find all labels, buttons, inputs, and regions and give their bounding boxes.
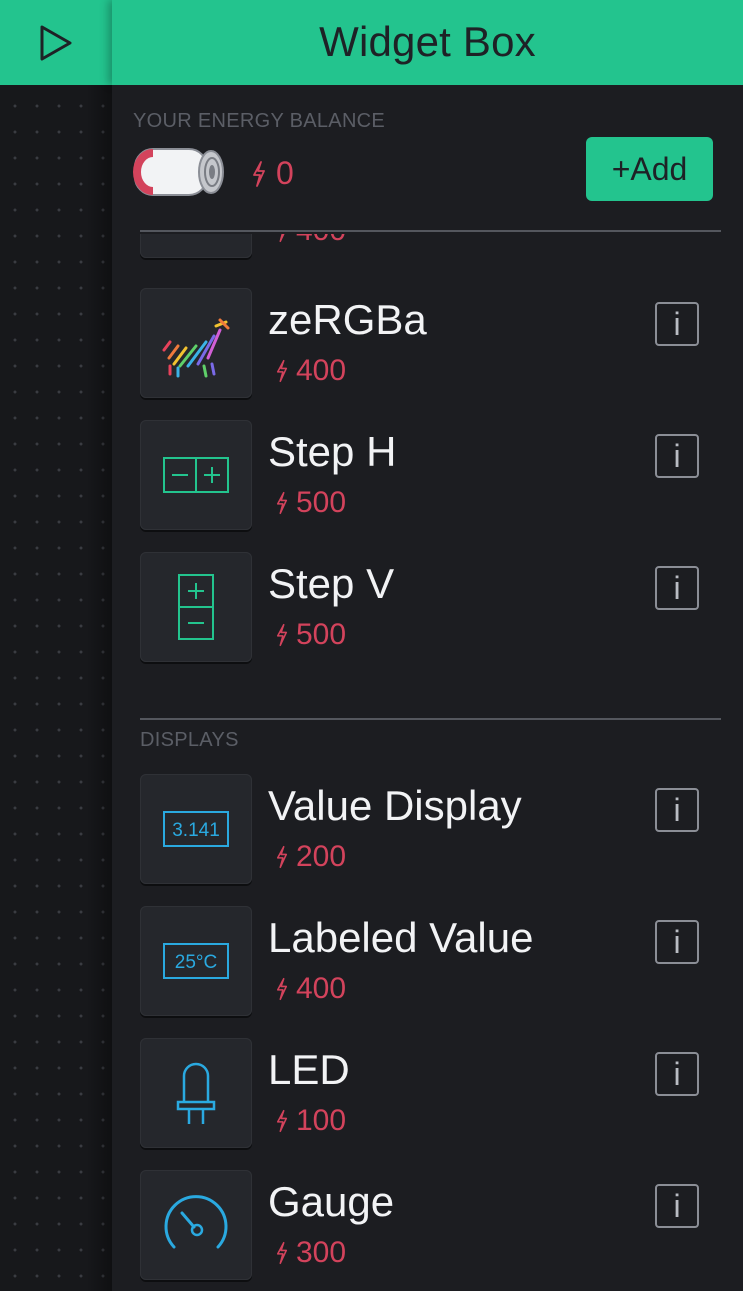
widget-icon-tile: 25°C <box>140 906 252 1016</box>
widget-cost-value: 400 <box>296 972 347 1005</box>
widget-gauge[interactable]: Gauge 300 i <box>112 1170 743 1282</box>
displays-divider <box>140 718 721 720</box>
widget-cost: 400 <box>276 234 346 248</box>
widget-cost-value: 500 <box>296 486 347 519</box>
bolt-icon <box>253 160 265 187</box>
labeled-value-icon: 25°C <box>163 943 229 979</box>
bolt-icon <box>279 234 285 243</box>
bolt-icon <box>276 623 288 647</box>
widget-icon-tile <box>140 420 252 530</box>
zebra-icon <box>162 318 230 378</box>
widget-name: Labeled Value <box>268 914 534 961</box>
widget-icon-tile <box>140 1038 252 1148</box>
section-label-displays: DISPLAYS <box>140 729 239 751</box>
bolt-icon <box>276 491 288 515</box>
widget-cost-value: 500 <box>296 618 347 651</box>
widget-cost: 400 <box>276 972 346 1006</box>
widget-name: Gauge <box>268 1178 395 1225</box>
widget-name: LED <box>268 1046 350 1093</box>
widget-name: zeRGBa <box>268 296 427 343</box>
info-button[interactable]: i <box>655 566 699 610</box>
widget-name: Step H <box>268 428 397 475</box>
energy-balance-label: YOUR ENERGY BALANCE <box>133 110 386 132</box>
widget-cost-value: 400 <box>296 354 347 387</box>
widget-labeled-value[interactable]: 25°C Labeled Value 400 i <box>112 906 743 1018</box>
widget-cost: 500 <box>276 486 346 520</box>
partial-widget-icon <box>156 234 236 243</box>
widget-item[interactable]: 400 <box>112 234 743 260</box>
widget-step-v[interactable]: Step V 500 i <box>112 552 743 664</box>
play-icon <box>40 25 72 60</box>
widget-zergba[interactable]: zeRGBa 400 i <box>112 288 743 400</box>
value-display-icon-text: 3.141 <box>172 820 220 841</box>
widget-cost: 500 <box>276 618 346 652</box>
widget-cost-value: 100 <box>296 1104 347 1137</box>
add-energy-button[interactable]: +Add <box>586 137 713 201</box>
canvas-grid[interactable] <box>0 85 112 1291</box>
widget-icon-tile <box>140 552 252 662</box>
gauge-icon <box>164 1195 228 1249</box>
info-button[interactable]: i <box>655 302 699 346</box>
bolt-icon <box>276 845 288 869</box>
widget-cost: 400 <box>276 354 346 388</box>
labeled-value-icon-text: 25°C <box>175 952 217 973</box>
play-button[interactable] <box>0 0 112 85</box>
battery-icon <box>133 148 224 196</box>
step-h-icon <box>163 457 229 493</box>
widget-cost-value: 300 <box>296 1236 347 1269</box>
bolt-icon <box>276 1109 288 1133</box>
widget-box-panel: YOUR ENERGY BALANCE 0 +Add 400 <box>112 85 743 1291</box>
widget-step-h[interactable]: Step H 500 i <box>112 420 743 532</box>
widget-cost: 300 <box>276 1236 346 1270</box>
info-button[interactable]: i <box>655 788 699 832</box>
value-display-icon: 3.141 <box>163 811 229 847</box>
widget-icon-tile <box>140 288 252 398</box>
page-title: Widget Box <box>319 18 536 65</box>
energy-balance-value: 0 <box>276 155 294 191</box>
info-button[interactable]: i <box>655 1052 699 1096</box>
step-v-icon <box>178 574 214 640</box>
led-icon <box>176 1062 216 1124</box>
widget-led[interactable]: LED 100 i <box>112 1038 743 1150</box>
widget-icon-tile <box>140 234 252 258</box>
bolt-icon <box>276 1241 288 1265</box>
header-bar: Widget Box <box>112 0 743 85</box>
widget-value-display[interactable]: 3.141 Value Display 200 i <box>112 774 743 886</box>
info-button[interactable]: i <box>655 920 699 964</box>
info-button[interactable]: i <box>655 1184 699 1228</box>
widget-list[interactable]: 400 <box>112 234 743 1284</box>
widget-name: Value Display <box>268 782 522 829</box>
info-button[interactable]: i <box>655 434 699 478</box>
widget-cost-value: 200 <box>296 840 347 873</box>
bolt-icon <box>276 977 288 1001</box>
widget-icon-tile <box>140 1170 252 1280</box>
widget-icon-tile: 3.141 <box>140 774 252 884</box>
widget-name: Step V <box>268 560 395 607</box>
widget-cost-value: 400 <box>296 234 346 248</box>
widget-cost: 100 <box>276 1104 346 1138</box>
energy-divider <box>140 230 721 232</box>
widget-cost: 200 <box>276 840 346 874</box>
energy-balance: 0 <box>252 155 294 192</box>
bolt-icon <box>276 359 288 383</box>
